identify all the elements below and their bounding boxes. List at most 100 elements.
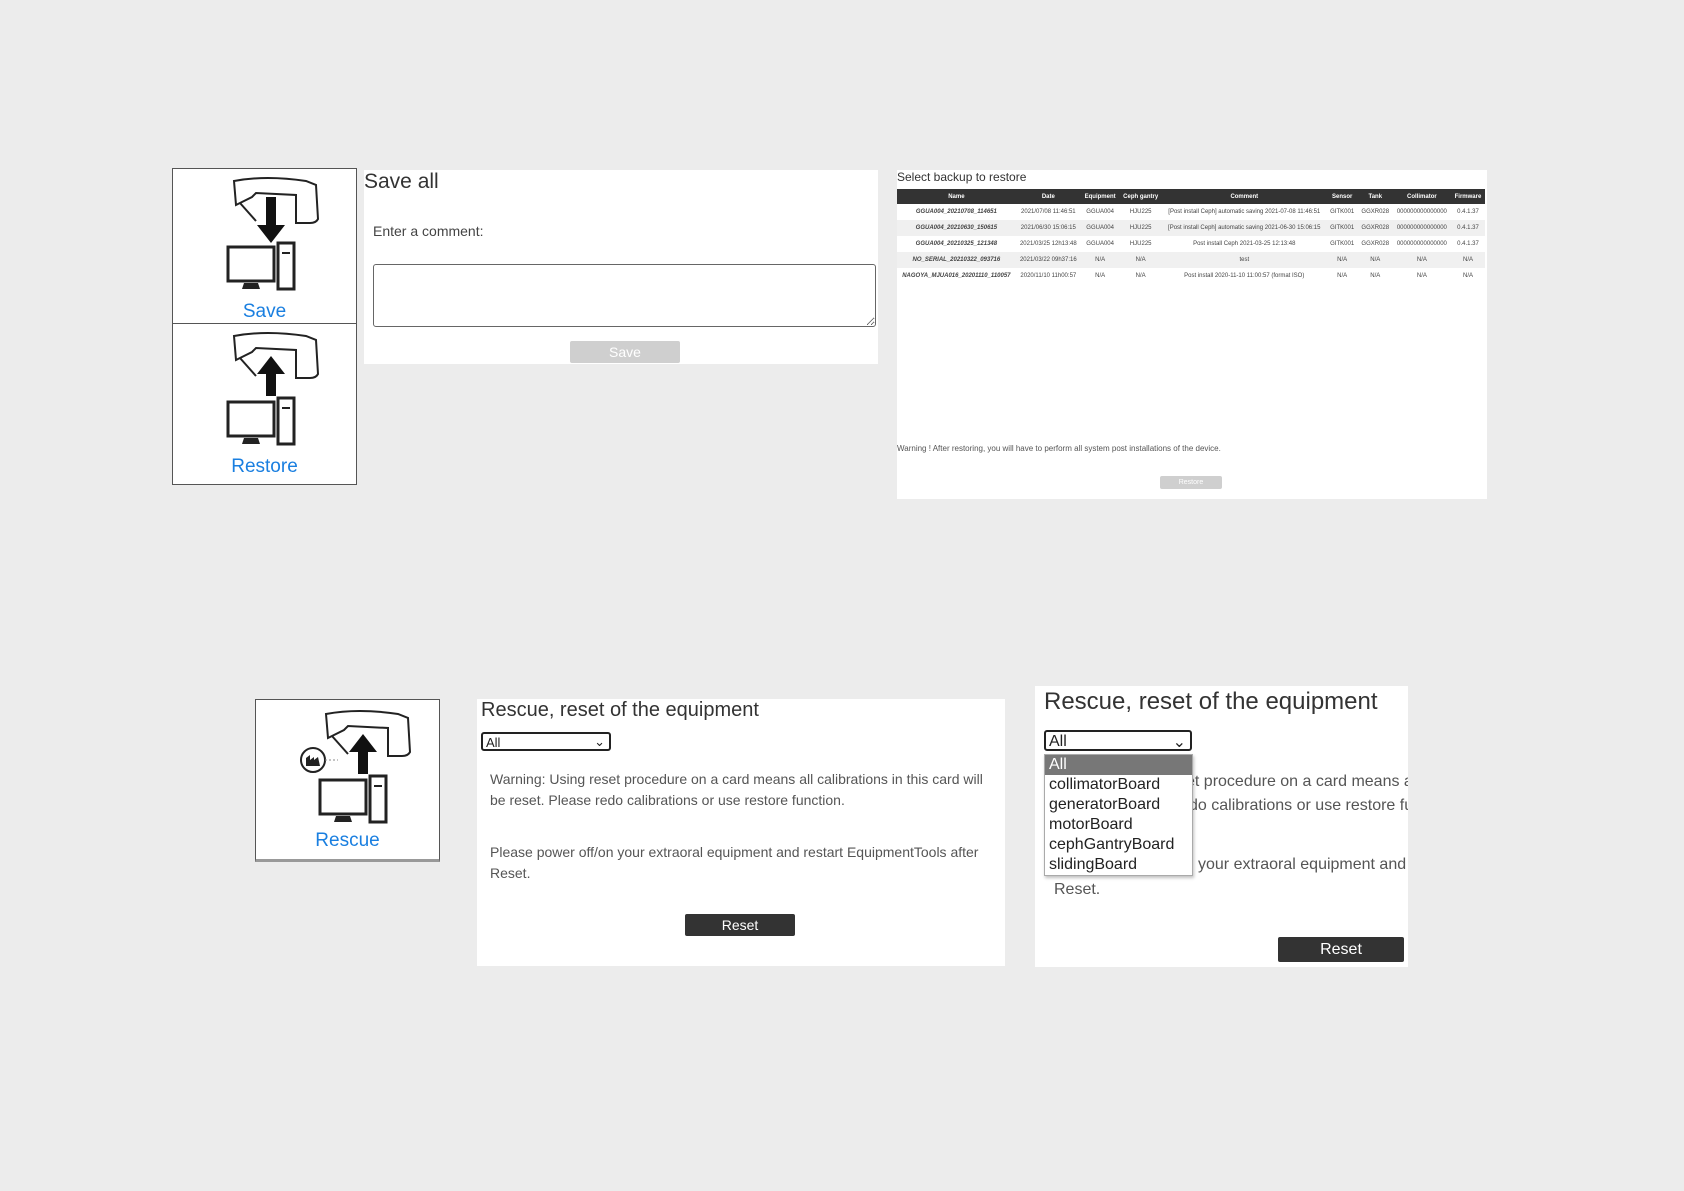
backup-cell: N/A (1357, 252, 1393, 268)
backup-cell: 2021/07/08 11:46:51 (1021, 209, 1076, 215)
rescue-panel-open: Rescue, reset of the equipment All ⌄ et … (1035, 686, 1408, 967)
rescue-tile-label: Rescue (315, 830, 380, 851)
save-tile[interactable]: Save (172, 168, 357, 325)
board-select-open-value: All (1049, 733, 1067, 750)
backup-cell: 000000000000000 (1396, 241, 1447, 247)
column-header: Comment (1161, 189, 1327, 204)
backup-row[interactable]: NAGOYA_MJUA016_20201110_110057 2020/11/10… (897, 268, 1485, 284)
warning-partial-1: et procedure on a card means a (1186, 773, 1408, 790)
column-header: Date (1015, 189, 1081, 204)
rescue-panel: Rescue, reset of the equipment All ⌄ War… (477, 699, 1005, 966)
restore-tile[interactable]: Restore (172, 323, 357, 485)
board-dropdown-list: All collimatorBoard generatorBoard motor… (1044, 754, 1193, 876)
rescue-tile[interactable]: Rescue (255, 699, 440, 862)
backup-cell: GGUA004 (1086, 241, 1114, 247)
backup-cell: N/A (1337, 273, 1348, 279)
reset-button[interactable]: Reset (685, 914, 795, 936)
save-panel-title: Save all (364, 170, 439, 193)
rescue-panel-open-title: Rescue, reset of the equipment (1044, 688, 1378, 715)
option-slidingboard[interactable]: slidingBoard (1045, 855, 1192, 875)
column-header: Tank (1357, 189, 1393, 204)
board-select-value: All (486, 735, 501, 750)
option-motorboard[interactable]: motorBoard (1045, 815, 1192, 835)
restore-button[interactable]: Restore (1160, 476, 1222, 489)
backup-cell: 000000000000000 (1396, 209, 1447, 215)
column-header: Collimator (1392, 189, 1451, 204)
backup-cell: N/A (1392, 252, 1451, 268)
save-button[interactable]: Save (570, 341, 680, 363)
backup-cell: HJU225 (1129, 241, 1152, 247)
column-header: Ceph gantry (1119, 189, 1162, 204)
backup-cell: NO_SERIAL_20210322_093716 (897, 252, 1016, 268)
backup-cell: 0.4.1.37 (1457, 209, 1479, 215)
comment-field[interactable] (373, 264, 876, 327)
backup-cell: test (1161, 252, 1327, 268)
backup-cell: 2021/06/30 15:06:15 (1015, 220, 1081, 236)
backup-row[interactable]: NO_SERIAL_20210322_093716 2021/03/22 09h3… (897, 252, 1485, 268)
backup-row[interactable]: GGUA004_20210708_114651 2021/07/08 11:46:… (897, 204, 1485, 220)
backup-cell: Post install 2020-11-10 11:00:57 (format… (1184, 273, 1305, 279)
backup-cell: [Post install Ceph] automatic saving 202… (1161, 220, 1327, 236)
backup-cell: N/A (1370, 273, 1381, 279)
restore-panel: Select backup to restore Name Date Equipme… (897, 170, 1487, 499)
backup-cell: HJU225 (1119, 220, 1162, 236)
backup-cell: 000000000000000 (1392, 220, 1451, 236)
backup-cell: NAGOYA_MJUA016_20201110_110057 (902, 273, 1011, 279)
backup-cell: N/A (1135, 273, 1146, 279)
power-partial-2: Reset. (1054, 881, 1101, 898)
backup-cell: GGXR028 (1357, 220, 1393, 236)
backup-cell: N/A (1416, 273, 1427, 279)
restore-warning: Warning ! After restoring, you will have… (897, 444, 1221, 453)
backup-cell: GGXR028 (1361, 241, 1390, 247)
backup-cell: N/A (1326, 252, 1358, 268)
board-select-open[interactable]: All ⌄ (1044, 730, 1192, 751)
backup-cell: 0.4.1.37 (1450, 220, 1485, 236)
backup-cell: HJU225 (1129, 209, 1152, 215)
backup-cell: GGUA004_20210708_114651 (915, 209, 997, 215)
factory-rescue-icon (300, 710, 412, 824)
comment-label: Enter a comment: (373, 223, 484, 239)
column-header: Equipment (1080, 189, 1120, 204)
rescue-panel-title: Rescue, reset of the equipment (481, 699, 759, 721)
backup-cell: N/A (1080, 252, 1120, 268)
backup-cell: N/A (1095, 273, 1106, 279)
backup-cell: 2021/03/22 09h37:16 (1015, 252, 1081, 268)
backup-table-wrap: Name Date Equipment Ceph gantry Comment Senso… (897, 189, 1485, 284)
option-collimatorboard[interactable]: collimatorBoard (1045, 775, 1192, 795)
backup-row[interactable]: GGUA004_20210630_150615 2021/06/30 15:06:… (897, 220, 1485, 236)
column-header: Name (897, 189, 1016, 204)
power-partial: your extraoral equipment and (1198, 856, 1407, 873)
restore-tile-label: Restore (231, 456, 298, 477)
chevron-down-icon: ⌄ (1172, 734, 1186, 751)
backup-cell: GGUA004_20210325_121348 (915, 241, 998, 247)
backup-cell: N/A (1450, 252, 1485, 268)
option-all[interactable]: All (1045, 755, 1192, 775)
backup-cell: GGUA004 (1080, 220, 1120, 236)
restore-panel-title: Select backup to restore (897, 170, 1027, 184)
warning-partial-2: do calibrations or use restore fu (1189, 797, 1408, 814)
column-header: Firmware (1450, 189, 1485, 204)
power-note: Please power off/on your extraoral equip… (490, 844, 979, 881)
option-cephgantryboard[interactable]: cephGantryBoard (1045, 835, 1192, 855)
backup-cell: [Post install Ceph] automatic saving 202… (1168, 209, 1321, 215)
save-to-computer-icon (226, 177, 320, 291)
column-header: Sensor (1326, 189, 1358, 204)
backup-table: Name Date Equipment Ceph gantry Comment Senso… (897, 189, 1485, 284)
reset-warning: Warning: Using reset procedure on a card… (490, 771, 983, 808)
backup-cell: GGUA004 (1086, 209, 1114, 215)
save-tile-label: Save (242, 301, 287, 322)
board-select[interactable]: All ⌄ (481, 732, 611, 751)
backup-cell: GITK001 (1330, 209, 1355, 215)
chevron-down-icon: ⌄ (594, 734, 605, 749)
backup-cell: GGUA004_20210630_150615 (897, 220, 1016, 236)
backup-cell: N/A (1119, 252, 1162, 268)
reset-button-open[interactable]: Reset (1278, 937, 1404, 962)
backup-row[interactable]: GGUA004_20210325_121348 2021/03/25 12h13:… (897, 236, 1485, 252)
backup-cell: Post install Ceph 2021-03-25 12:13:48 (1193, 241, 1296, 247)
backup-cell: N/A (1462, 273, 1473, 279)
backup-cell: 2020/11/10 11h00:57 (1020, 273, 1077, 279)
backup-cell: GITK001 (1326, 220, 1358, 236)
backup-cell: GITK001 (1330, 241, 1355, 247)
save-panel: Save all Enter a comment: Save (364, 170, 878, 364)
option-generatorboard[interactable]: generatorBoard (1045, 795, 1192, 815)
